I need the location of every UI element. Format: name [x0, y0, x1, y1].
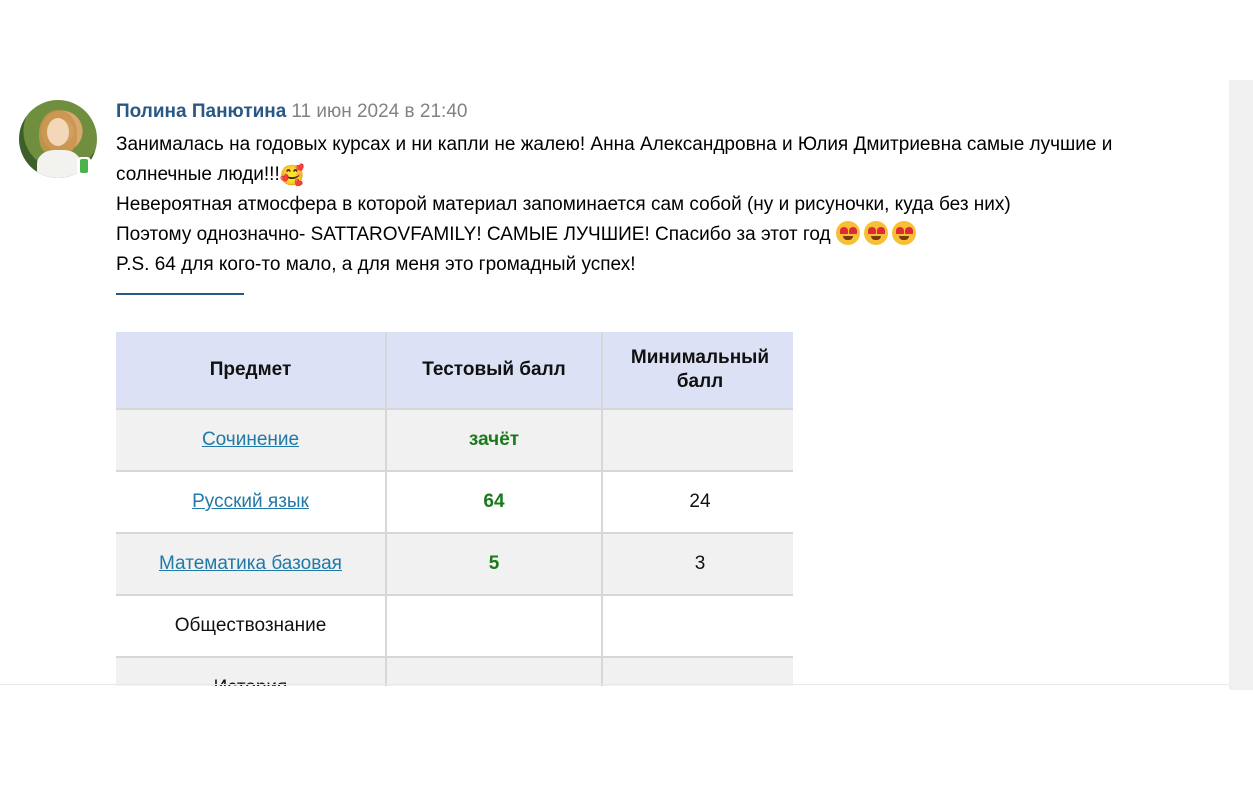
post-text-line-content: солнечные люди!!! — [116, 164, 280, 185]
feed-separator — [0, 684, 1230, 685]
min-cell — [601, 656, 793, 686]
results-table: Предмет Тестовый балл Минимальный балл С… — [116, 332, 793, 686]
heart-eyes-emoji-icon — [835, 221, 860, 245]
subject-link[interactable]: Сочинение — [202, 429, 299, 450]
min-value: 24 — [689, 491, 711, 512]
smiling-hearts-emoji-icon: 🥰 — [279, 163, 305, 187]
avatar-dress — [37, 150, 81, 178]
heart-eyes-emoji-icon — [863, 221, 888, 245]
post-text-line: Поэтому однозначно- SATTAROVFAMILY! САМЫ… — [116, 220, 1216, 250]
post-header: Полина Панютина 11 июн 2024 в 21:40 — [116, 100, 467, 124]
score-cell: 5 — [385, 532, 603, 596]
min-cell — [601, 408, 793, 472]
post-date[interactable]: 11 июн 2024 в 21:40 — [291, 101, 467, 122]
table-row: История — [116, 656, 793, 686]
post: Полина Панютина 11 июн 2024 в 21:40 Заним… — [0, 80, 1228, 686]
min-cell: 24 — [601, 470, 793, 534]
post-text-line: Занималась на годовых курсах и ни капли … — [116, 134, 1113, 155]
avatar-face — [47, 118, 69, 146]
divider — [116, 293, 244, 295]
table-header-row: Предмет Тестовый балл Минимальный балл — [116, 332, 793, 410]
table-row: Русский язык 64 24 — [116, 470, 793, 534]
subject-cell: Сочинение — [116, 408, 387, 472]
online-mobile-icon — [77, 157, 91, 175]
post-text-line-content: Поэтому однозначно- SATTAROVFAMILY! САМЫ… — [116, 224, 836, 245]
subject-name: Обществознание — [174, 615, 327, 636]
table-row: Обществознание — [116, 594, 793, 658]
subject-link[interactable]: Русский язык — [192, 491, 309, 512]
header-subject: Предмет — [116, 332, 387, 410]
min-value: 3 — [694, 553, 706, 574]
subject-link[interactable]: Математика базовая — [159, 553, 342, 574]
post-text-line: Невероятная атмосфера в которой материал… — [116, 194, 1011, 215]
header-test-score: Тестовый балл — [385, 332, 603, 410]
score-cell: зачёт — [385, 408, 603, 472]
post-text: Занималась на годовых курсах и ни капли … — [116, 130, 1216, 280]
min-cell — [601, 594, 793, 658]
online-mobile-icon-inner — [80, 159, 88, 173]
score-cell: 64 — [385, 470, 603, 534]
table-row: Математика базовая 5 3 — [116, 532, 793, 596]
subject-cell: История — [116, 656, 387, 686]
score-value: 64 — [483, 491, 505, 512]
subject-cell: Обществознание — [116, 594, 387, 658]
results-table-image: Предмет Тестовый балл Минимальный балл С… — [116, 332, 793, 686]
subject-cell: Русский язык — [116, 470, 387, 534]
post-text-line: P.S. 64 для кого-то мало, а для меня это… — [116, 254, 636, 275]
page: Полина Панютина 11 июн 2024 в 21:40 Заним… — [0, 0, 1253, 786]
min-cell: 3 — [601, 532, 793, 596]
scrollbar[interactable] — [1229, 80, 1253, 690]
score-cell — [385, 656, 603, 686]
heart-eyes-emoji-icon — [891, 221, 916, 245]
score-value: зачёт — [468, 429, 520, 450]
table-row: Сочинение зачёт — [116, 408, 793, 472]
score-value: 5 — [488, 553, 500, 574]
subject-cell: Математика базовая — [116, 532, 387, 596]
post-text-line: солнечные люди!!!🥰 — [116, 160, 1216, 190]
header-min-score: Минимальный балл — [601, 332, 793, 410]
author-name[interactable]: Полина Панютина — [116, 101, 286, 122]
score-cell — [385, 594, 603, 658]
